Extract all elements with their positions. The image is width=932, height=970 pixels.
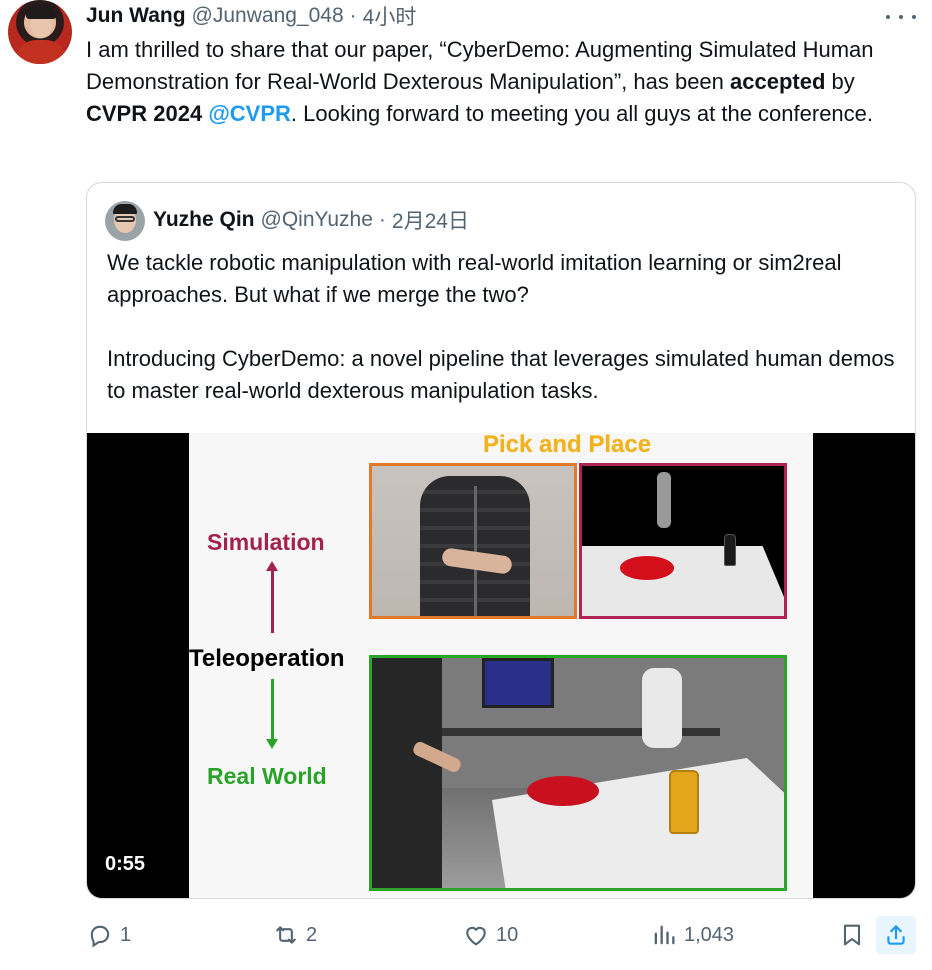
more-dot [886,15,890,19]
author-avatar[interactable] [8,0,72,64]
retweet-button[interactable]: 2 [272,918,317,952]
video-panel-simulation [579,463,787,619]
quote-timestamp[interactable]: 2月24日 [392,205,469,235]
tweet-text-bold-accepted: accepted [730,69,826,94]
quote-author-name[interactable]: Yuzhe Qin [153,208,255,232]
video-label-real-world: Real World [207,763,327,789]
video-title-pick-and-place: Pick and Place [483,433,652,458]
quote-author-avatar[interactable] [105,201,145,241]
tweet-text-part4: . Looking forward to meeting you all guy… [290,101,874,126]
like-button[interactable]: 10 [462,918,518,952]
quoted-tweet[interactable]: Yuzhe Qin @QinYuzhe · 2月24日 We tackle ro… [86,182,916,899]
tweet-text: I am thrilled to share that our paper, “… [86,34,916,130]
analytics-icon [654,925,675,945]
sim-robot-arm [657,472,671,528]
real-bottle [669,770,699,834]
share-icon [887,925,905,945]
quote-paragraph-1: We tackle robotic manipulation with real… [107,250,842,307]
author-name[interactable]: Jun Wang [86,4,186,28]
more-dot [899,15,903,19]
quote-paragraph-2: Introducing CyberDemo: a novel pipeline … [107,346,895,403]
quote-avatar-glasses [115,216,135,222]
real-monitor [482,658,554,708]
tweet-text-part2: by [825,69,855,94]
video-player[interactable]: Pick and Place Simulation Teleoperation … [87,433,915,898]
heart-icon [466,926,486,946]
quote-text: We tackle robotic manipulation with real… [107,247,897,407]
reply-icon [90,925,110,948]
sim-bottle [724,534,736,566]
mention-link[interactable]: @CVPR [208,101,291,126]
sim-plate [620,556,674,580]
retweet-icon [276,926,296,944]
video-label-simulation: Simulation [207,529,325,555]
quote-header-separator: · [378,208,386,231]
quote-header: Yuzhe Qin @QinYuzhe · 2月24日 [153,205,469,235]
tweet-timestamp[interactable]: 4小时 [363,1,417,31]
avatar-hair [26,5,56,19]
real-robot-arm [642,668,682,748]
bookmark-icon [843,924,861,946]
video-panel-human-demo [369,463,577,619]
header-separator: · [349,4,357,27]
video-panel-real-world [369,655,787,891]
more-icon[interactable] [886,8,916,26]
video-duration: 0:55 [105,853,146,875]
reply-count: 1 [120,923,132,946]
author-handle[interactable]: @Junwang_048 [192,4,344,28]
real-person [372,658,442,888]
video-label-teleoperation: Teleoperation [189,645,345,672]
reply-button[interactable]: 1 [86,918,131,952]
views-button[interactable]: 1,043 [650,918,734,952]
views-count: 1,043 [684,923,735,946]
sim-table [582,546,784,616]
tweet-header: Jun Wang @Junwang_048 · 4小时 [86,3,416,29]
share-button[interactable] [876,916,916,954]
quote-author-handle[interactable]: @QinYuzhe [261,208,373,232]
avatar-body [16,40,66,64]
quote-avatar-hair [113,204,137,214]
tweet-actions: 1 2 10 1,043 [86,916,932,954]
retweet-count: 2 [306,923,318,946]
more-dot [912,15,916,19]
real-plate [527,776,599,806]
bookmark-button[interactable] [838,918,866,952]
arrow-down-icon [266,679,278,749]
tweet-text-bold-cvpr: CVPR 2024 [86,101,203,126]
like-count: 10 [496,923,519,946]
arrow-up-icon [266,561,278,633]
video-frame: Pick and Place Simulation Teleoperation … [189,433,813,898]
